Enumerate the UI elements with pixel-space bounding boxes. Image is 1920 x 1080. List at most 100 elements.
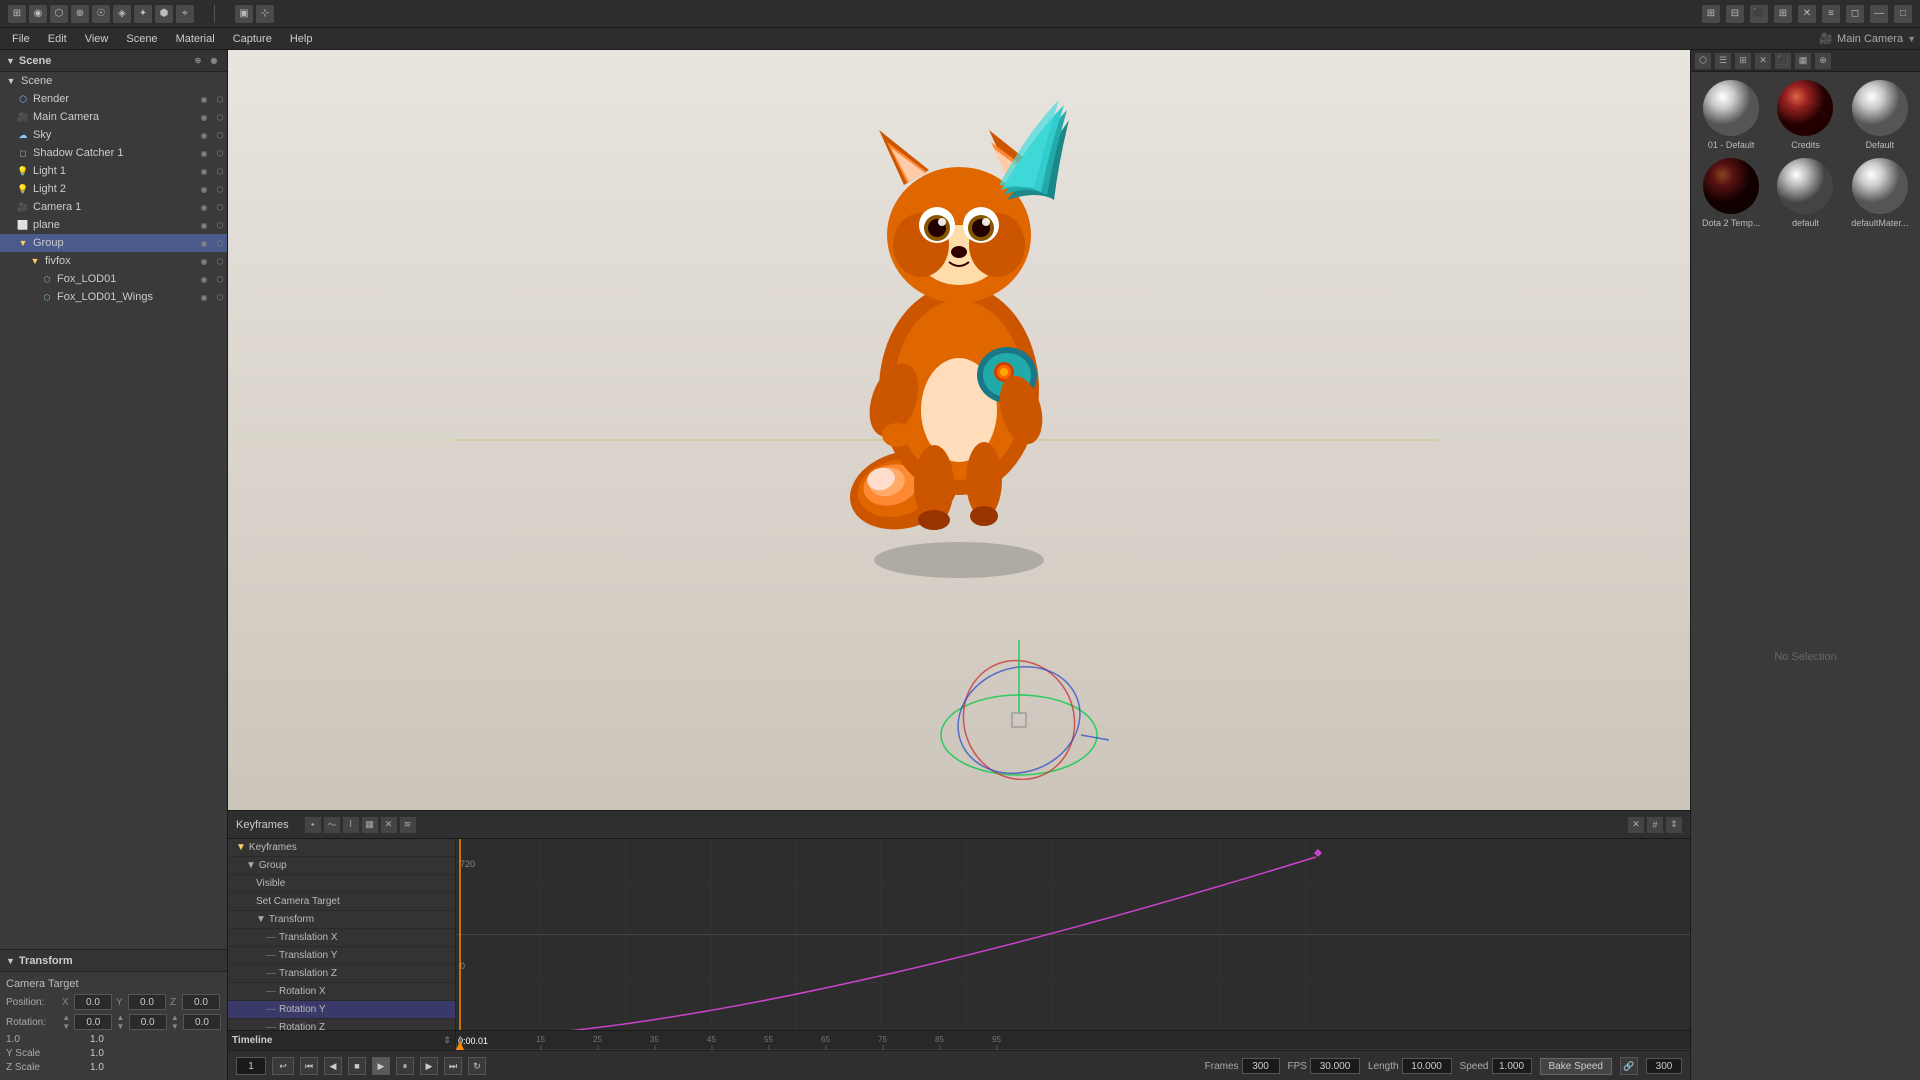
kf-hash-icon[interactable]: # xyxy=(1647,817,1663,833)
rotation-y-input[interactable] xyxy=(129,1014,167,1030)
kf-icon-curve[interactable]: 〜 xyxy=(324,817,340,833)
rotation-x-input[interactable] xyxy=(74,1014,112,1030)
kf-track-transform[interactable]: ▼ Transform xyxy=(228,911,455,929)
material-item-defaultmater[interactable]: defaultMater... xyxy=(1844,154,1916,230)
fox-lod01-vis1[interactable]: ◉ xyxy=(197,272,211,286)
material-item-dota2[interactable]: Dota 2 Temp... xyxy=(1695,154,1767,230)
sky-vis1[interactable]: ◉ xyxy=(197,128,211,142)
position-y-input[interactable] xyxy=(128,994,166,1010)
scene-icon-2[interactable]: ◉ xyxy=(207,54,221,68)
plane-vis2[interactable]: ⬡ xyxy=(213,218,227,232)
mat-icon-6[interactable]: ▦ xyxy=(1795,53,1811,69)
kf-track-keyframes[interactable]: ▼ Keyframes xyxy=(228,839,455,857)
plane-vis1[interactable]: ◉ xyxy=(197,218,211,232)
toolbar-icon-end7[interactable]: ◻ xyxy=(1846,5,1864,23)
kf-track-roty[interactable]: — Rotation Y xyxy=(228,1001,455,1019)
tree-item-plane[interactable]: ⬜ plane ◉ ⬡ xyxy=(0,216,227,234)
kf-tracks-list[interactable]: ▼ Keyframes ▼ Group Visible xyxy=(228,839,456,1030)
goto-start-btn[interactable]: ⏮ xyxy=(300,1057,318,1075)
kf-icon-delete[interactable]: ✕ xyxy=(381,817,397,833)
camera1-vis1[interactable]: ◉ xyxy=(197,200,211,214)
tree-item-scene[interactable]: ▼ Scene xyxy=(0,72,227,90)
position-z-input[interactable] xyxy=(182,994,220,1010)
toolbar-icon-6[interactable]: ◈ xyxy=(113,5,131,23)
kf-track-transz[interactable]: — Translation Z xyxy=(228,965,455,983)
material-item-credits[interactable]: Credits xyxy=(1769,76,1841,152)
toolbar-icon-r1[interactable]: ▣ xyxy=(235,5,253,23)
tree-item-light2[interactable]: 💡 Light 2 ◉ ⬡ xyxy=(0,180,227,198)
rot-down-arrow2[interactable]: ▼ xyxy=(117,1022,125,1031)
toolbar-icon-2[interactable]: ◉ xyxy=(29,5,47,23)
viewport[interactable] xyxy=(228,50,1690,810)
tree-item-fox-lod01[interactable]: ⬡ Fox_LOD01 ◉ ⬡ xyxy=(0,270,227,288)
kf-expand-icon[interactable]: ⇕ xyxy=(1666,817,1682,833)
camera-dropdown-icon[interactable]: ▼ xyxy=(1907,34,1916,44)
mat-icon-7[interactable]: ⊕ xyxy=(1815,53,1831,69)
toolbar-icon-1[interactable]: ⊞ xyxy=(8,5,26,23)
toolbar-icon-end8[interactable]: — xyxy=(1870,5,1888,23)
mat-icon-1[interactable]: ⬡ xyxy=(1695,53,1711,69)
tree-item-sky[interactable]: ☁ Sky ◉ ⬡ xyxy=(0,126,227,144)
rot-up-arrow2[interactable]: ▲ xyxy=(117,1013,125,1022)
scene-tree[interactable]: ▼ Scene ⬡ Render ◉ ⬡ 🎥 Main Camera xyxy=(0,72,227,949)
toolbar-icon-end2[interactable]: ⊟ xyxy=(1726,5,1744,23)
kf-icon-tangent[interactable]: ⌇ xyxy=(343,817,359,833)
length-input[interactable] xyxy=(1402,1058,1452,1074)
render-vis-icon2[interactable]: ⬡ xyxy=(213,92,227,106)
kf-track-rotx[interactable]: — Rotation X xyxy=(228,983,455,1001)
toolbar-icon-5[interactable]: ☉ xyxy=(92,5,110,23)
material-item-default2[interactable]: default xyxy=(1769,154,1841,230)
rotation-z-input[interactable] xyxy=(183,1014,221,1030)
scene-fold-icon[interactable]: ▼ xyxy=(6,56,15,66)
fps-input[interactable] xyxy=(1310,1058,1360,1074)
shadow-vis2[interactable]: ⬡ xyxy=(213,146,227,160)
tree-item-group[interactable]: ▼ Group ◉ ⬡ xyxy=(0,234,227,252)
loop-btn[interactable]: ↩ xyxy=(272,1057,294,1075)
prev-frame-btn[interactable]: ◀ xyxy=(324,1057,342,1075)
group-vis1[interactable]: ◉ xyxy=(197,236,211,250)
kf-graph-area[interactable]: 720 0 -270 xyxy=(456,839,1690,1030)
sky-vis2[interactable]: ⬡ xyxy=(213,128,227,142)
frames-input[interactable] xyxy=(1242,1058,1280,1074)
toolbar-icon-7[interactable]: ✦ xyxy=(134,5,152,23)
main-camera-vis1[interactable]: ◉ xyxy=(197,110,211,124)
speed-input[interactable] xyxy=(1492,1058,1532,1074)
timeline-expand-icon[interactable]: ⇕ xyxy=(443,1035,451,1046)
tree-item-fivfox[interactable]: ▼ fivfox ◉ ⬡ xyxy=(0,252,227,270)
tree-item-shadow[interactable]: ◻ Shadow Catcher 1 ◉ ⬡ xyxy=(0,144,227,162)
kf-track-visible[interactable]: Visible xyxy=(228,875,455,893)
mat-icon-4[interactable]: ✕ xyxy=(1755,53,1771,69)
kf-icon-bake[interactable]: ▦ xyxy=(362,817,378,833)
toolbar-icon-r2[interactable]: ⊹ xyxy=(256,5,274,23)
toolbar-icon-9[interactable]: ⌖ xyxy=(176,5,194,23)
frame-number-input[interactable] xyxy=(236,1057,266,1075)
menu-material[interactable]: Material xyxy=(168,31,223,47)
render-vis-icon1[interactable]: ◉ xyxy=(197,92,211,106)
toolbar-icon-end9[interactable]: □ xyxy=(1894,5,1912,23)
end-frame-input[interactable] xyxy=(1646,1058,1682,1074)
toolbar-icon-3[interactable]: ⬡ xyxy=(50,5,68,23)
kf-track-transy[interactable]: — Translation Y xyxy=(228,947,455,965)
menu-capture[interactable]: Capture xyxy=(225,31,280,47)
tree-item-fox-wings[interactable]: ⬡ Fox_LOD01_Wings ◉ ⬡ xyxy=(0,288,227,306)
rot-up-arrow[interactable]: ▲ xyxy=(62,1013,70,1022)
rot-up-arrow3[interactable]: ▲ xyxy=(171,1013,179,1022)
toolbar-icon-4[interactable]: ⊕ xyxy=(71,5,89,23)
mat-icon-5[interactable]: ⬛ xyxy=(1775,53,1791,69)
menu-view[interactable]: View xyxy=(77,31,117,47)
tree-item-camera1[interactable]: 🎥 Camera 1 ◉ ⬡ xyxy=(0,198,227,216)
fivfox-vis1[interactable]: ◉ xyxy=(197,254,211,268)
material-item-default[interactable]: Default xyxy=(1844,76,1916,152)
light1-vis2[interactable]: ⬡ xyxy=(213,164,227,178)
play-pause-btn[interactable]: ⏸ xyxy=(396,1057,414,1075)
kf-track-rotz[interactable]: — Rotation Z xyxy=(228,1019,455,1030)
toolbar-icon-end1[interactable]: ⊞ xyxy=(1702,5,1720,23)
kf-track-transx[interactable]: — Translation X xyxy=(228,929,455,947)
shadow-vis1[interactable]: ◉ xyxy=(197,146,211,160)
light2-vis1[interactable]: ◉ xyxy=(197,182,211,196)
camera1-vis2[interactable]: ⬡ xyxy=(213,200,227,214)
rot-down-arrow[interactable]: ▼ xyxy=(62,1022,70,1031)
play-btn[interactable]: ▶ xyxy=(372,1057,390,1075)
menu-scene[interactable]: Scene xyxy=(118,31,165,47)
kf-icon-more[interactable]: ≋ xyxy=(400,817,416,833)
